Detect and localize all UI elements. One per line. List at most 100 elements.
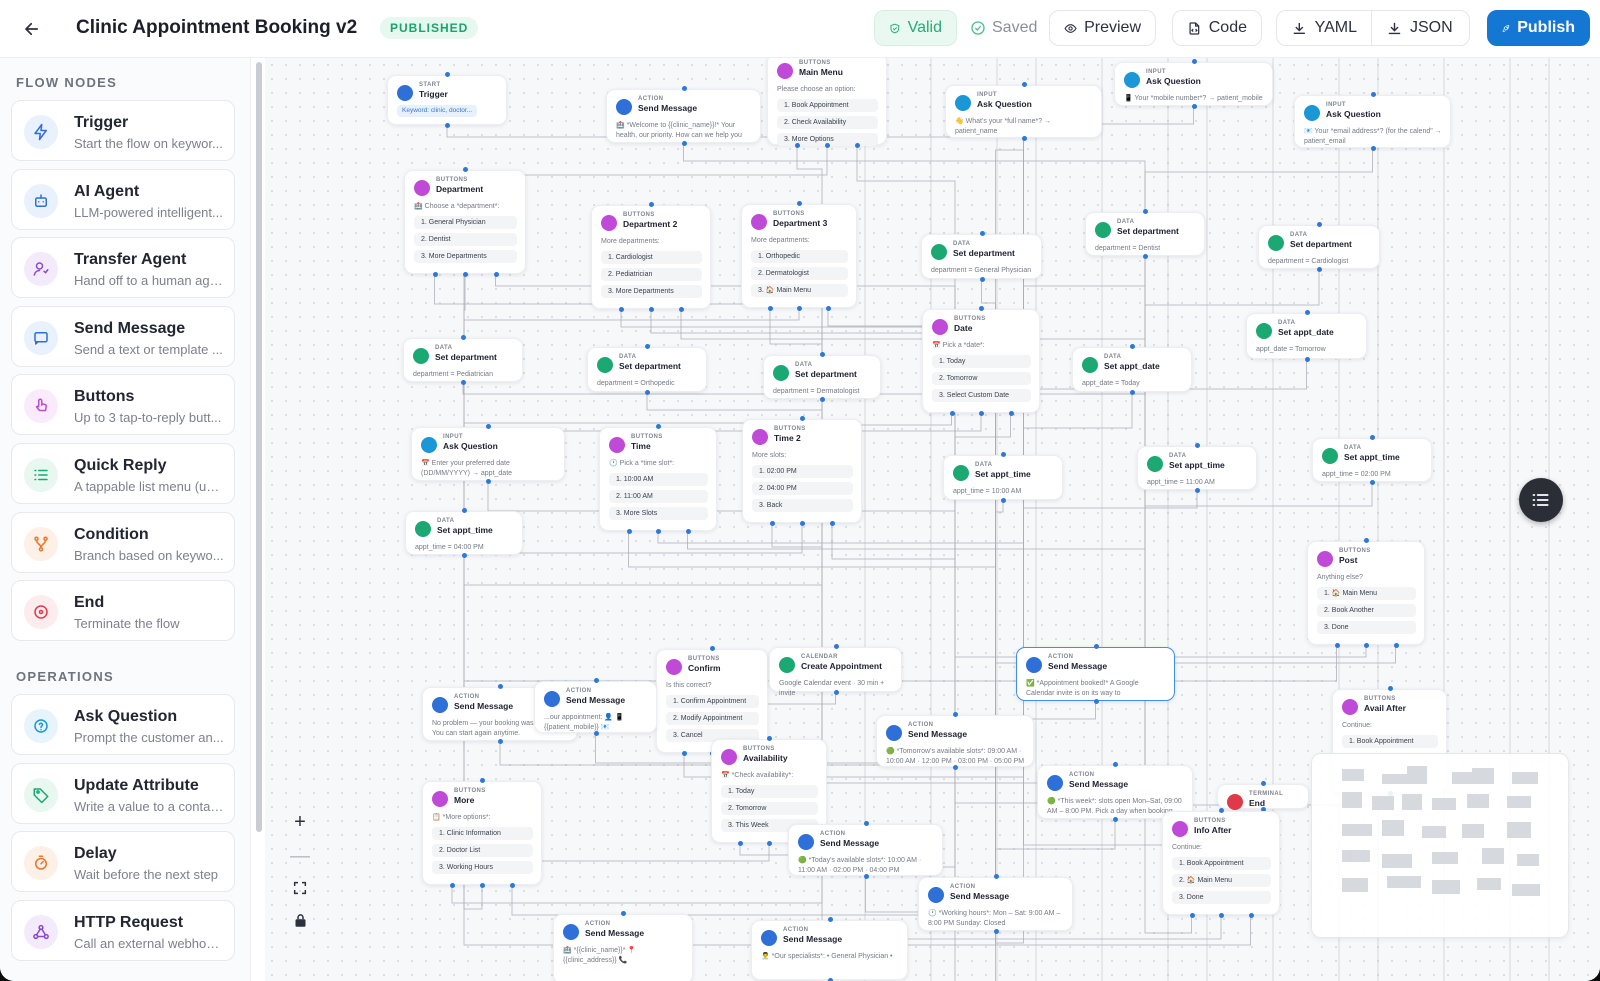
node-output-handle[interactable] <box>1008 411 1014 416</box>
flow-node[interactable]: DATA Set department department = Orthoped… <box>587 347 707 392</box>
node-input-handle[interactable] <box>767 736 772 741</box>
node-option[interactable]: 2. 04:00 PM <box>752 481 853 495</box>
node-option[interactable]: 1. Today <box>721 784 818 798</box>
node-output-handle[interactable] <box>1219 913 1224 918</box>
palette-item-transfer-agent[interactable]: Transfer Agent Hand off to a human age..… <box>11 237 235 299</box>
node-output-handle[interactable] <box>626 529 632 534</box>
node-option[interactable]: 1. Cardiologist <box>601 250 702 264</box>
palette-item-trigger[interactable]: Trigger Start the flow on keywor... <box>11 100 235 161</box>
zoom-out-button[interactable]: — <box>286 842 314 870</box>
flow-node[interactable]: DATA Set department department = Dermatol… <box>763 355 881 399</box>
flow-node[interactable]: DATA Set appt_date appt_date = Today <box>1072 347 1192 392</box>
node-input-handle[interactable] <box>461 335 466 340</box>
node-output-handle[interactable] <box>1317 267 1322 272</box>
flow-node[interactable]: BUTTONS Department 2 More departments: 1. … <box>591 205 711 309</box>
flow-node[interactable]: BUTTONS Department 3 More departments: 1. … <box>741 204 857 308</box>
node-input-handle[interactable] <box>621 911 626 916</box>
node-output-handle[interactable] <box>833 690 839 695</box>
node-output-handle[interactable] <box>738 841 743 846</box>
flow-node[interactable]: DATA Set department department = General … <box>921 234 1042 279</box>
palette-item-delay[interactable]: Delay Wait before the next step <box>11 831 235 893</box>
node-output-handle[interactable] <box>649 307 654 312</box>
palette-item-ask-question[interactable]: Ask Question Prompt the customer an... <box>11 694 235 755</box>
node-output-handle[interactable] <box>1393 643 1399 648</box>
flow-node[interactable]: BUTTONS Info After Continue: 1. Book Appoi… <box>1162 811 1280 915</box>
node-output-handle[interactable] <box>1248 913 1254 918</box>
node-output-handle[interactable] <box>432 272 438 277</box>
node-output-handle[interactable] <box>645 390 650 395</box>
node-output-handle[interactable] <box>493 272 499 277</box>
node-option[interactable]: 1. Book Appointment <box>1342 734 1438 748</box>
code-button[interactable]: Code <box>1172 10 1262 46</box>
node-output-handle[interactable] <box>979 411 984 416</box>
flow-node[interactable]: DATA Set department department = Dentist <box>1085 212 1205 256</box>
node-input-handle[interactable] <box>979 306 984 311</box>
flow-node[interactable]: TERMINAL End <box>1217 784 1309 810</box>
flow-node[interactable]: ACTION Send Message ...our appointment: 👤… <box>534 681 657 733</box>
node-output-handle[interactable] <box>953 765 958 770</box>
flow-node[interactable]: BUTTONS Date 📅 Pick a *date*: 1. Today 2. T… <box>922 309 1040 413</box>
flow-node[interactable]: ACTION Send Message 🏥 *{{clinic_name}}* 📍… <box>553 914 693 981</box>
node-output-handle[interactable] <box>800 521 805 526</box>
node-output-handle[interactable] <box>820 397 825 402</box>
node-input-handle[interactable] <box>445 72 450 77</box>
node-output-handle[interactable] <box>1189 913 1195 918</box>
node-input-handle[interactable] <box>1370 92 1376 97</box>
node-output-handle[interactable] <box>1370 146 1376 151</box>
node-output-handle[interactable] <box>863 874 869 879</box>
node-input-handle[interactable] <box>1219 808 1224 813</box>
valid-button[interactable]: Valid <box>874 10 957 46</box>
node-option[interactable]: 1. Book Appointment <box>1172 856 1271 870</box>
node-output-handle[interactable] <box>770 521 775 526</box>
node-input-handle[interactable] <box>863 821 869 826</box>
flow-node[interactable]: INPUT Ask Question 📅 Enter your preferred… <box>411 427 565 481</box>
node-output-handle[interactable] <box>1334 643 1340 648</box>
node-option[interactable]: 1. General Physician <box>414 215 517 229</box>
node-input-handle[interactable] <box>486 424 491 429</box>
flow-node[interactable]: BUTTONS More 📋 *More options*: 1. Clinic I… <box>422 781 542 885</box>
node-output-handle[interactable] <box>826 306 831 311</box>
node-output-handle[interactable] <box>1143 254 1148 259</box>
node-output-handle[interactable] <box>1370 480 1375 485</box>
fit-view-button[interactable] <box>286 874 314 902</box>
node-output-handle[interactable] <box>1093 699 1099 704</box>
flow-node[interactable]: BUTTONS Confirm Is this correct? 1. Confir… <box>656 649 768 753</box>
flow-node[interactable]: INPUT Ask Question 📧 Your *email address*… <box>1294 95 1451 148</box>
node-input-handle[interactable] <box>1021 82 1027 87</box>
node-output-handle[interactable] <box>656 529 661 534</box>
node-input-handle[interactable] <box>1261 781 1266 786</box>
node-input-handle[interactable] <box>463 167 468 172</box>
node-output-handle[interactable] <box>450 883 455 888</box>
node-option[interactable]: 2. Tomorrow <box>721 801 818 815</box>
node-input-handle[interactable] <box>498 684 503 689</box>
node-output-handle[interactable] <box>462 553 467 558</box>
node-output-handle[interactable] <box>993 929 999 934</box>
flow-node[interactable]: ACTION Send Message 🏥 *Welcome to {{clini… <box>606 89 761 143</box>
node-input-handle[interactable] <box>1387 686 1393 691</box>
node-option[interactable]: 1. Orthopedic <box>751 249 848 263</box>
node-output-handle[interactable] <box>1191 104 1197 109</box>
node-input-handle[interactable] <box>1143 209 1148 214</box>
node-output-handle[interactable] <box>685 529 691 534</box>
node-input-handle[interactable] <box>1195 443 1200 448</box>
flow-node[interactable]: ACTION Send Message 👨‍⚕️ *Our specialists… <box>751 920 908 980</box>
flow-node[interactable]: DATA Set appt_time appt_time = 02:00 PM <box>1312 438 1432 482</box>
node-output-handle[interactable] <box>480 883 485 888</box>
node-input-handle[interactable] <box>710 646 715 651</box>
node-output-handle[interactable] <box>979 277 985 282</box>
node-option[interactable]: 3. Done <box>1317 620 1416 634</box>
node-input-handle[interactable] <box>800 416 805 421</box>
node-output-handle[interactable] <box>498 739 503 744</box>
node-option[interactable]: 3. 🏠 Main Menu <box>751 283 848 297</box>
node-output-handle[interactable] <box>797 306 802 311</box>
flow-node[interactable]: BUTTONS Time 🕐 Pick a *time slot*: 1. 10:0… <box>599 427 717 531</box>
flow-node[interactable]: ACTION Send Message ✅ *Appointment booked… <box>1016 647 1175 701</box>
flow-node[interactable]: ACTION Send Message 🟢 *Tomorrow's availab… <box>876 715 1034 767</box>
minimap[interactable] <box>1311 753 1569 938</box>
node-option[interactable]: 2. 11:00 AM <box>609 489 708 503</box>
node-option[interactable]: 3. More Slots <box>609 506 708 520</box>
node-output-handle[interactable] <box>682 751 687 756</box>
node-input-handle[interactable] <box>480 778 485 783</box>
node-input-handle[interactable] <box>1001 452 1006 457</box>
palette-item-ai-agent[interactable]: AI Agent LLM-powered intelligent... <box>11 168 235 230</box>
